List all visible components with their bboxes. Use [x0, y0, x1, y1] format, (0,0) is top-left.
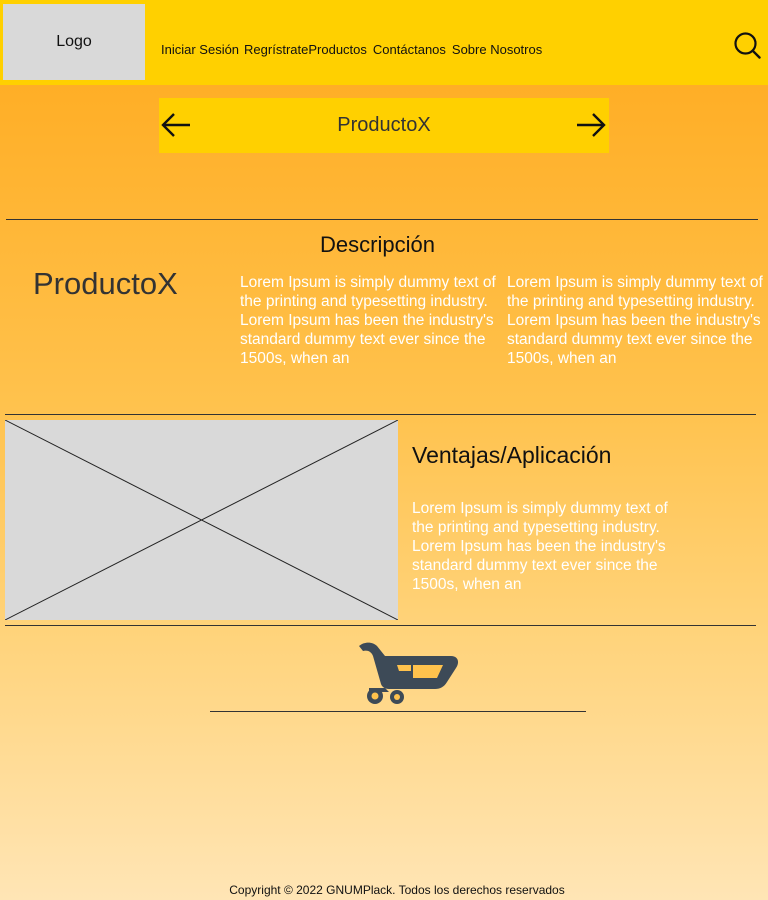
advantages-text: Lorem Ipsum is simply dummy text of the …: [412, 500, 668, 593]
nav-item-products[interactable]: Productos: [308, 42, 367, 57]
copyright-text: Copyright © 2022 GNUMPlack. Todos los de…: [229, 883, 565, 897]
image-placeholder: [5, 420, 398, 620]
description-text-col1: Lorem Ipsum is simply dummy text of the …: [240, 274, 496, 367]
product-carousel: ProductoX: [159, 98, 609, 153]
arrow-left-icon[interactable]: [160, 110, 192, 140]
advantages-heading: Ventajas/Aplicación: [412, 442, 612, 468]
logo-label: Logo: [56, 33, 92, 50]
nav-item-login[interactable]: Iniciar Sesión: [161, 42, 239, 57]
description-heading: Descripción: [320, 232, 435, 257]
main-nav: Iniciar Sesión Regrístrate Productos Con…: [161, 42, 542, 57]
divider: [210, 711, 586, 712]
header-bar: Logo Iniciar Sesión Regrístrate Producto…: [0, 0, 768, 85]
product-name: ProductoX: [33, 266, 178, 301]
nav-item-contact[interactable]: Contáctanos: [373, 42, 446, 57]
nav-item-about[interactable]: Sobre Nosotros: [452, 42, 542, 57]
divider: [5, 625, 756, 626]
carousel-title: ProductoX: [337, 114, 431, 136]
shopping-cart-icon[interactable]: [355, 640, 460, 706]
nav-item-register[interactable]: Regrístrate: [244, 42, 308, 57]
divider: [6, 219, 758, 220]
logo[interactable]: Logo: [3, 4, 145, 80]
arrow-right-icon[interactable]: [575, 110, 607, 140]
search-icon[interactable]: [733, 31, 761, 59]
divider: [5, 414, 756, 415]
description-text-col2: Lorem Ipsum is simply dummy text of the …: [507, 274, 763, 367]
